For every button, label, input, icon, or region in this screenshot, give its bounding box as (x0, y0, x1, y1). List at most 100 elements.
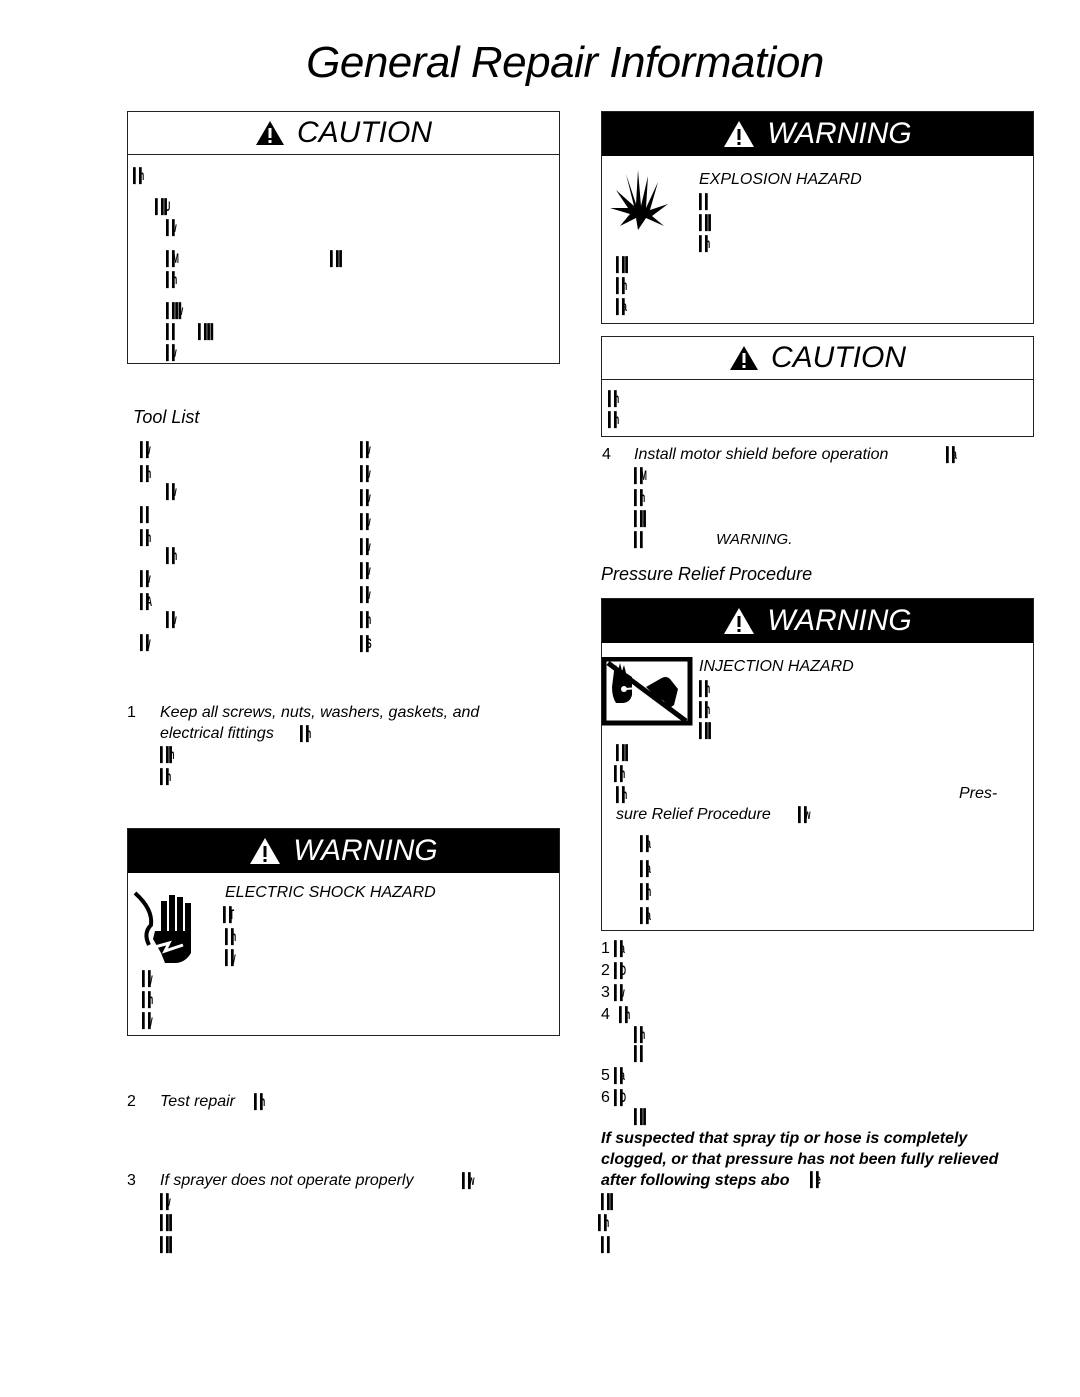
caution-text: ▌▐h (166, 271, 177, 287)
step-number: 6 (601, 1089, 610, 1106)
step-4-text: ▌▐h (634, 489, 645, 505)
caution-label: CAUTION (297, 116, 432, 149)
tool-item: ▌▐v (360, 465, 371, 481)
warning-reference: WARNING. (716, 531, 793, 548)
step-2-text: ▌▐h (254, 1093, 265, 1109)
tool-list-heading: Tool List (133, 407, 200, 427)
caution-text: ▌▐▐▐ (198, 323, 213, 339)
caution-text: ▌▐▐U (155, 198, 170, 214)
note-text: ▌▐h (598, 1214, 609, 1230)
warning-triangle-icon (730, 346, 758, 370)
step-number: 4 (601, 1006, 610, 1023)
tool-item: ▌▐A (140, 593, 152, 609)
electric-shock-warning-box: WARNING ELECTRIC SHOCK HAZARD ▌▐T ▌▐h ▌▐… (127, 828, 560, 1036)
step-1-text: ▌▐h (160, 768, 171, 784)
injection-warning-box: WARNING INJECTION HAZARD ▌▐h ▌▐h ▌▐▐ ▌▐▐… (601, 598, 1034, 931)
step-text: ▌▐D (614, 1089, 626, 1105)
caution-header: CAUTION (602, 337, 1033, 380)
step-text: ▌▐v (614, 984, 625, 1000)
caution-header: CAUTION (128, 112, 559, 155)
tool-item: ▌▐v (140, 441, 151, 457)
warning-text: ▌▐h (699, 680, 710, 696)
tool-item: ▌▐v (360, 441, 371, 457)
step-number: 3 (601, 984, 610, 1001)
tool-item: ▌▐S (360, 635, 372, 651)
tool-item: ▌▐v (166, 483, 177, 499)
tool-item: ▌▐h (166, 547, 177, 563)
step-number: 1 (127, 704, 136, 721)
tool-item: ▌▐v (166, 611, 177, 627)
explosion-icon (610, 170, 668, 230)
warning-label: WARNING (293, 834, 438, 867)
tool-item: ▌▐l (140, 506, 149, 522)
warning-text: ▌▐▐ (699, 722, 711, 738)
step-3-text: ▌▐▐ (160, 1214, 172, 1230)
step-4-text: ▌▐ (634, 531, 643, 547)
step-text: ▌▐▐ (634, 1108, 646, 1124)
warning-header: WARNING (602, 112, 1033, 156)
warning-text: ▌▐l (699, 193, 708, 209)
step-3-text: ▌▐▐ (160, 1236, 172, 1252)
warning-text: ▌▐h (225, 928, 236, 944)
tool-item: ▌▐y (140, 634, 151, 650)
caution-text: ▌▐h (133, 167, 144, 183)
step-4-text: ▌▐a (946, 446, 957, 462)
warning-text: ▌▐h (699, 701, 710, 717)
caution-box-right: CAUTION ▌▐h ▌▐h (601, 336, 1034, 437)
step-3-text: If sprayer does not operate properly (160, 1172, 414, 1189)
tool-item: ▌▐v (360, 586, 371, 602)
step-text: ▌▐a (614, 1067, 625, 1083)
step-3-text: ▌▐w (462, 1172, 474, 1188)
tool-item: ▌▐h (140, 465, 151, 481)
procedure-reference: sure Relief Procedure (616, 806, 771, 823)
step-2-text: Test repair (160, 1093, 235, 1110)
caution-text: ▌▐h (608, 411, 619, 427)
warning-header: WARNING (602, 599, 1033, 643)
warning-text: ▌▐y (225, 949, 236, 965)
warning-header: WARNING (128, 829, 559, 873)
caution-text: ▌▐ (166, 323, 175, 339)
step-number: 4 (602, 446, 611, 463)
step-1-text: ▌▐▐h (160, 746, 175, 762)
tool-item: ▌▐v (360, 538, 371, 554)
warning-text: ▌▐a (616, 298, 627, 314)
tool-item: ▌▐h (360, 611, 371, 627)
tool-item: ▌▐v (140, 570, 151, 586)
step-3-text: ▌▐v (160, 1193, 171, 1209)
warning-triangle-icon (250, 838, 281, 864)
note-text: ▌▐ (601, 1236, 610, 1252)
warning-text: ▌▐h (614, 765, 625, 781)
hazard-title: INJECTION HAZARD (699, 658, 854, 675)
page-title: General Repair Information (306, 38, 824, 87)
warning-triangle-icon (724, 121, 755, 147)
step-4-text: Install motor shield before operation (634, 446, 889, 463)
caution-text: ▌▐M (166, 250, 179, 266)
note-text: ▌▐▐ (601, 1193, 613, 1209)
step-number: 2 (127, 1093, 136, 1110)
warning-text: ▌▐n (142, 991, 153, 1007)
step-text: ▌▐a (614, 940, 625, 956)
pressure-relief-heading: Pressure Relief Procedure (601, 564, 813, 584)
step-4-text: ▌▐M (634, 467, 647, 483)
step-text: ▌▐D (614, 962, 626, 978)
step-number: 1 (601, 940, 610, 957)
caution-text: ▌▐▐▐v (166, 302, 183, 318)
step-1-text: Keep all screws, nuts, washers, gaskets,… (160, 704, 480, 721)
warning-text: ▌▐▐ (616, 744, 628, 760)
caution-text: ▌▐h (608, 390, 619, 406)
step-number: 2 (601, 962, 610, 979)
clog-note: clogged, or that pressure has not been f… (601, 1151, 999, 1168)
tool-item: ▌▐v (360, 562, 371, 578)
step-1-text: ▌▐h (300, 725, 311, 741)
step-text: ▌▐ (634, 1045, 643, 1061)
warning-text: ▌▐w (798, 806, 810, 822)
step-number: 3 (127, 1172, 136, 1189)
warning-text: ▌▐h (616, 786, 627, 802)
tool-item: ▌▐v (360, 513, 371, 529)
clog-note: If suspected that spray tip or hose is c… (601, 1130, 968, 1147)
injection-hazard-icon (602, 657, 693, 726)
warning-text: ▌▐a (640, 907, 651, 923)
explosion-warning-box: WARNING EXPLOSION HAZARD ▌▐l ▌▐▐ ▌▐h ▌▐▐… (601, 111, 1034, 324)
clog-note: after following steps abo (601, 1172, 790, 1189)
caution-text: ▌▐v (166, 219, 177, 235)
